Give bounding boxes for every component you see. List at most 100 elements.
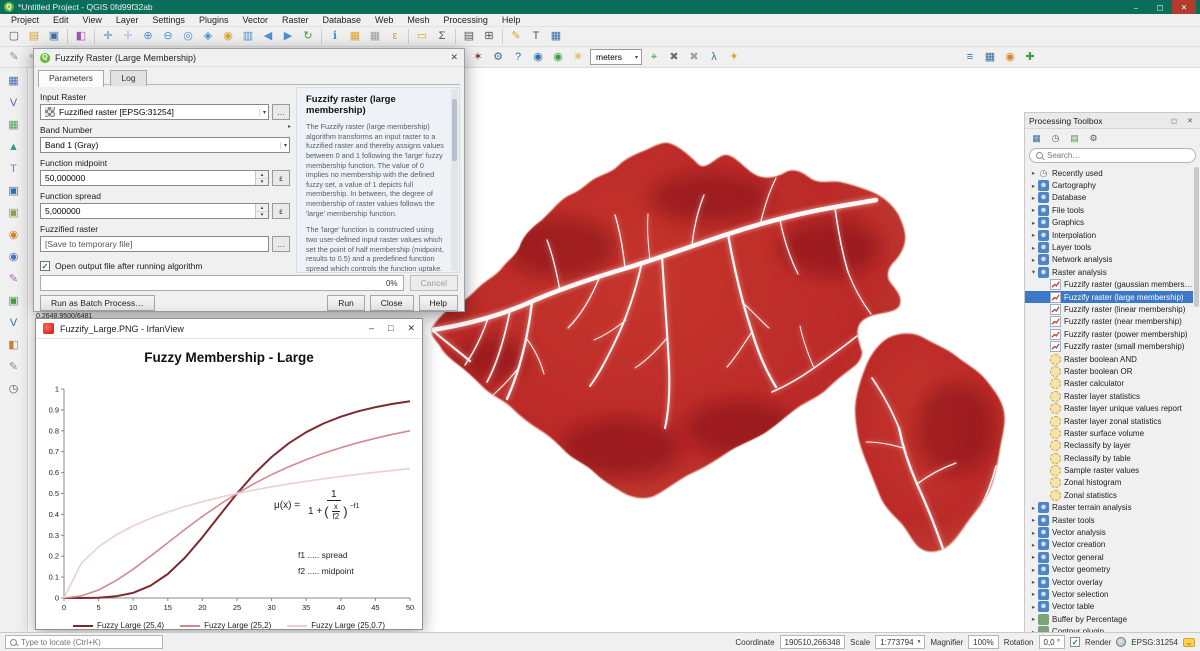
globe-tool-icon[interactable]: ◉ <box>548 48 568 66</box>
open-output-checkbox[interactable]: ✓ <box>40 261 50 271</box>
open-project-icon[interactable]: ▤ <box>24 28 44 46</box>
tree-expand-icon[interactable]: ▸ <box>1029 615 1038 623</box>
select-by-expression-icon[interactable]: ε <box>385 28 405 46</box>
function-midpoint-spinbox[interactable]: 50,000000 ▲▼ <box>40 170 269 186</box>
snapping-icon[interactable]: ⌖ <box>644 48 664 66</box>
deselect-features-icon[interactable]: ▦ <box>365 28 385 46</box>
magnifier-box[interactable]: 100% <box>968 635 998 649</box>
toolbox-search-input[interactable] <box>1047 151 1189 160</box>
data-source-manager-icon[interactable]: ▦ <box>4 72 24 90</box>
maximize-button[interactable]: ▢ <box>1148 0 1172 14</box>
zoom-last-icon[interactable]: ◀ <box>258 28 278 46</box>
pan-to-selection-icon[interactable]: ✛ <box>118 28 138 46</box>
toolbox-item-layer-tools[interactable]: ▸Layer tools <box>1025 241 1193 253</box>
add-postgis-layer-icon[interactable]: ▣ <box>4 182 24 200</box>
identify-features-icon[interactable]: ℹ <box>325 28 345 46</box>
add-xyz-layer-icon[interactable]: ◉ <box>4 248 24 266</box>
toolbox-item-fuzzify-raster-near-membership-[interactable]: Fuzzify raster (near membership) <box>1025 316 1193 328</box>
lambda-expression-icon[interactable]: λ <box>704 48 724 66</box>
band-number-combo[interactable]: Band 1 (Gray) ▾ <box>40 137 290 153</box>
text-annotation-icon[interactable]: T <box>526 28 546 46</box>
run-button[interactable]: Run <box>327 295 365 311</box>
layout-grid-icon[interactable]: ▦ <box>546 28 566 46</box>
toolbox-item-fuzzify-raster-linear-membership-[interactable]: Fuzzify raster (linear membership) <box>1025 303 1193 315</box>
add-vector-layer-icon[interactable]: V <box>4 94 24 112</box>
toolbox-item-cartography[interactable]: ▸Cartography <box>1025 179 1193 191</box>
add-mesh-layer-icon[interactable]: ▲ <box>4 138 24 156</box>
add-circle-icon[interactable]: ✚ <box>1020 48 1040 66</box>
toolbox-item-reclassify-by-layer[interactable]: Reclassify by layer <box>1025 440 1193 452</box>
menu-edit[interactable]: Edit <box>46 15 76 25</box>
tree-expand-icon[interactable]: ▸ <box>1029 603 1038 611</box>
help-button[interactable]: Help <box>419 295 458 311</box>
scrollbar-thumb[interactable] <box>1194 167 1199 307</box>
toolbox-item-fuzzify-raster-large-membership-[interactable]: Fuzzify raster (large membership) <box>1025 291 1193 303</box>
field-calculator-icon[interactable]: ⊞ <box>479 28 499 46</box>
bug-report-icon[interactable]: ✶ <box>468 48 488 66</box>
tree-expand-icon[interactable]: ▾ <box>1029 268 1038 276</box>
dialog-close-button[interactable]: ✕ <box>450 52 458 63</box>
toolbox-item-recently-used[interactable]: ▸◷Recently used <box>1025 167 1193 179</box>
menu-mesh[interactable]: Mesh <box>400 15 436 25</box>
toolbox-item-fuzzify-raster-gaussian-membership-[interactable]: Fuzzify raster (gaussian membership) <box>1025 279 1193 291</box>
locate-box[interactable] <box>5 635 163 649</box>
menu-processing[interactable]: Processing <box>436 15 495 25</box>
new-shapefile-icon[interactable]: ✎ <box>4 270 24 288</box>
tree-expand-icon[interactable]: ▸ <box>1029 504 1038 512</box>
tree-expand-icon[interactable]: ▸ <box>1029 194 1038 202</box>
tree-expand-icon[interactable]: ▸ <box>1029 553 1038 561</box>
style-manager-icon[interactable]: ◧ <box>71 28 91 46</box>
function-spread-spinbox[interactable]: 5,000000 ▲▼ <box>40 203 269 219</box>
midpoint-expression-button[interactable]: ε <box>272 170 290 186</box>
menu-plugins[interactable]: Plugins <box>192 15 236 25</box>
toolbox-item-zonal-statistics[interactable]: Zonal statistics <box>1025 489 1193 501</box>
toolbox-item-vector-general[interactable]: ▸Vector general <box>1025 551 1193 563</box>
new-annotation-icon[interactable]: ✎ <box>506 28 526 46</box>
output-file-input[interactable]: [Save to temporary file] <box>40 236 269 252</box>
tree-expand-icon[interactable]: ▸ <box>1029 231 1038 239</box>
zoom-native-icon[interactable]: ◎ <box>178 28 198 46</box>
toolbox-item-raster-layer-unique-values-report[interactable]: Raster layer unique values report <box>1025 402 1193 414</box>
units-combo[interactable]: meters▾ <box>590 49 642 65</box>
spinner-arrows-icon[interactable]: ▲▼ <box>255 171 268 185</box>
toolbox-item-raster-boolean-or[interactable]: Raster boolean OR <box>1025 365 1193 377</box>
processing-toolbox-icon[interactable]: ⚙ <box>488 48 508 66</box>
spread-expression-button[interactable]: ε <box>272 203 290 219</box>
toolbox-item-raster-calculator[interactable]: Raster calculator <box>1025 378 1193 390</box>
locate-input[interactable] <box>21 638 158 647</box>
menu-web[interactable]: Web <box>368 15 400 25</box>
toolbox-results-icon[interactable]: ▤ <box>1066 131 1083 146</box>
add-annotation-layer-icon[interactable]: ✎ <box>4 358 24 376</box>
toolbox-item-vector-overlay[interactable]: ▸Vector overlay <box>1025 576 1193 588</box>
toolbox-item-vector-selection[interactable]: ▸Vector selection <box>1025 588 1193 600</box>
spinner-arrows-icon[interactable]: ▲▼ <box>255 204 268 218</box>
menu-view[interactable]: View <box>76 15 109 25</box>
tree-expand-icon[interactable]: ▸ <box>1029 516 1038 524</box>
new-geopackage-icon[interactable]: ▣ <box>4 292 24 310</box>
tree-expand-icon[interactable]: ▸ <box>1029 541 1038 549</box>
layer-styling-icon[interactable]: ◧ <box>4 336 24 354</box>
new-project-icon[interactable]: ▢ <box>4 28 24 46</box>
add-spatialite-layer-icon[interactable]: ▣ <box>4 204 24 222</box>
minimize-button[interactable]: – <box>1124 0 1148 14</box>
toolbox-history-icon[interactable]: ◷ <box>1047 131 1064 146</box>
add-raster-layer-icon[interactable]: ▦ <box>4 116 24 134</box>
refresh-icon[interactable]: ↻ <box>298 28 318 46</box>
save-project-icon[interactable]: ▣ <box>44 28 64 46</box>
zoom-out-icon[interactable]: ⊖ <box>158 28 178 46</box>
crs-value[interactable]: EPSG:31254 <box>1131 638 1178 647</box>
zoom-to-selection-icon[interactable]: ◉ <box>218 28 238 46</box>
tracing-icon[interactable]: ✖ <box>684 48 704 66</box>
toolbox-item-raster-layer-statistics[interactable]: Raster layer statistics <box>1025 390 1193 402</box>
toolbox-item-buffer-by-percentage[interactable]: ▸Buffer by Percentage <box>1025 613 1193 625</box>
tree-expand-icon[interactable]: ▸ <box>1029 206 1038 214</box>
tree-expand-icon[interactable]: ▸ <box>1029 169 1038 177</box>
zoom-full-icon[interactable]: ◈ <box>198 28 218 46</box>
menu-settings[interactable]: Settings <box>145 15 192 25</box>
toolbox-item-raster-surface-volume[interactable]: Raster surface volume <box>1025 427 1193 439</box>
zoom-to-layer-icon[interactable]: ▥ <box>238 28 258 46</box>
tree-expand-icon[interactable]: ▸ <box>1029 529 1038 537</box>
tree-expand-icon[interactable]: ▸ <box>1029 256 1038 264</box>
toolbox-item-vector-creation[interactable]: ▸Vector creation <box>1025 539 1193 551</box>
tree-expand-icon[interactable]: ▸ <box>1029 219 1038 227</box>
